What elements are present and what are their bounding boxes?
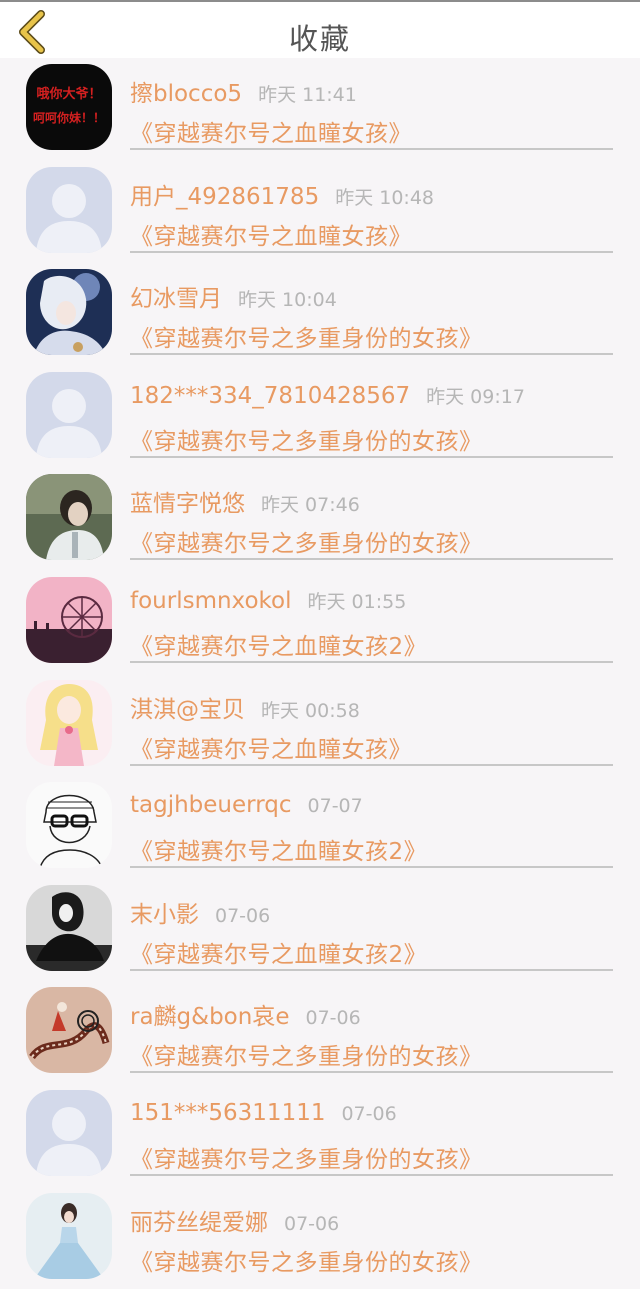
avatar[interactable] (26, 1192, 112, 1279)
book-title: 《穿越赛尔号之多重身份的女孩》 (130, 326, 483, 353)
timestamp: 07-06 (284, 1212, 340, 1235)
list-item[interactable]: 哦你大爷！ 呵呵你妹！！ 擦blocco5 昨天 11:41 《穿越赛尔号之血瞳女… (0, 58, 640, 161)
book-title: 《穿越赛尔号之血瞳女孩》 (130, 223, 412, 250)
avatar[interactable] (26, 576, 112, 663)
user-name: 淇淇@宝贝 (130, 696, 245, 723)
book-title: 《穿越赛尔号之多重身份的女孩》 (130, 1146, 483, 1173)
divider (130, 353, 613, 356)
user-name: 末小影 (130, 901, 199, 928)
avatar[interactable] (26, 474, 112, 561)
book-title: 《穿越赛尔号之多重身份的女孩》 (130, 531, 483, 558)
user-name: ra麟g&bon哀e (130, 1004, 290, 1031)
list-item[interactable]: 151***56311111 07-06 《穿越赛尔号之多重身份的女孩》 (0, 1084, 640, 1187)
divider (130, 968, 613, 971)
timestamp: 昨天 11:41 (258, 84, 357, 106)
user-name: 151***56311111 (130, 1099, 326, 1126)
timestamp: 昨天 09:17 (426, 385, 525, 408)
divider (130, 250, 613, 253)
book-title: 《穿越赛尔号之血瞳女孩2》 (130, 941, 428, 968)
book-title: 《穿越赛尔号之多重身份的女孩》 (130, 1249, 483, 1276)
user-name: tagjhbeuerrqc (130, 792, 292, 819)
divider (130, 866, 613, 869)
divider (130, 455, 613, 458)
divider (130, 763, 613, 766)
divider (130, 558, 613, 561)
nav-header: 收藏 (0, 2, 640, 58)
list-item[interactable]: 用户_492861785 昨天 10:48 《穿越赛尔号之血瞳女孩》 (0, 161, 640, 264)
book-title: 《穿越赛尔号之多重身份的女孩》 (130, 428, 483, 455)
timestamp: 昨天 00:58 (261, 699, 360, 722)
favorites-list: 哦你大爷！ 呵呵你妹！！ 擦blocco5 昨天 11:41 《穿越赛尔号之血瞳女… (0, 58, 640, 1289)
avatar[interactable] (26, 371, 112, 458)
user-name: 擦blocco5 (130, 81, 243, 107)
book-title: 《穿越赛尔号之血瞳女孩》 (130, 121, 412, 147)
timestamp: 07-07 (307, 795, 363, 818)
avatar[interactable] (26, 1089, 112, 1176)
timestamp: 昨天 10:48 (335, 186, 434, 209)
timestamp: 昨天 01:55 (307, 590, 407, 613)
avatar-text-line-1: 哦你大爷！ (36, 86, 101, 102)
user-name: 用户_492861785 (130, 183, 320, 210)
list-item[interactable]: 蓝情字悦悠 昨天 07:46 《穿越赛尔号之多重身份的女孩》 (0, 468, 640, 571)
default-avatar-icon (26, 371, 112, 458)
list-item[interactable]: 丽芬丝缇爱娜 07-06 《穿越赛尔号之多重身份的女孩》 (0, 1187, 640, 1289)
avatar[interactable] (26, 782, 112, 869)
list-item[interactable]: tagjhbeuerrqc 07-07 《穿越赛尔号之血瞳女孩2》 (0, 776, 640, 879)
divider (130, 660, 613, 663)
default-avatar-icon (26, 1089, 112, 1176)
list-item[interactable]: 淇淇@宝贝 昨天 00:58 《穿越赛尔号之血瞳女孩》 (0, 674, 640, 777)
book-title: 《穿越赛尔号之血瞳女孩》 (130, 736, 412, 763)
divider (130, 148, 613, 150)
divider (130, 1173, 613, 1176)
user-name: 蓝情字悦悠 (130, 491, 245, 518)
list-item[interactable]: 幻冰雪月 昨天 10:04 《穿越赛尔号之多重身份的女孩》 (0, 263, 640, 366)
timestamp: 07-06 (215, 904, 271, 927)
timestamp: 07-06 (341, 1102, 397, 1125)
list-item[interactable]: 182***334_7810428567 昨天 09:17 《穿越赛尔号之多重身份… (0, 366, 640, 469)
list-item[interactable]: 末小影 07-06 《穿越赛尔号之血瞳女孩2》 (0, 879, 640, 982)
avatar[interactable]: 哦你大爷！ 呵呵你妹！！ (26, 64, 112, 150)
list-item[interactable]: ra麟g&bon哀e 07-06 《穿越赛尔号之多重身份的女孩》 (0, 981, 640, 1084)
user-name: 182***334_7810428567 (130, 382, 411, 409)
list-item[interactable]: fourlsmnxokol 昨天 01:55 《穿越赛尔号之血瞳女孩2》 (0, 571, 640, 674)
avatar-text-line-2: 呵呵你妹！！ (33, 110, 105, 125)
user-name: fourlsmnxokol (130, 587, 292, 614)
book-title: 《穿越赛尔号之血瞳女孩2》 (130, 633, 428, 660)
user-name: 丽芬丝缇爱娜 (130, 1209, 268, 1236)
book-title: 《穿越赛尔号之血瞳女孩2》 (130, 839, 428, 866)
book-title: 《穿越赛尔号之多重身份的女孩》 (130, 1044, 483, 1071)
avatar[interactable] (26, 269, 112, 356)
default-avatar-icon (26, 166, 112, 253)
page-title: 收藏 (288, 22, 351, 56)
timestamp: 昨天 10:04 (238, 289, 337, 312)
timestamp: 07-06 (305, 1007, 361, 1030)
divider (130, 1071, 613, 1074)
avatar[interactable] (26, 679, 112, 766)
user-name: 幻冰雪月 (130, 286, 222, 313)
avatar[interactable] (26, 987, 112, 1074)
avatar[interactable] (26, 884, 112, 971)
avatar[interactable] (26, 166, 112, 253)
timestamp: 昨天 07:46 (261, 494, 360, 517)
